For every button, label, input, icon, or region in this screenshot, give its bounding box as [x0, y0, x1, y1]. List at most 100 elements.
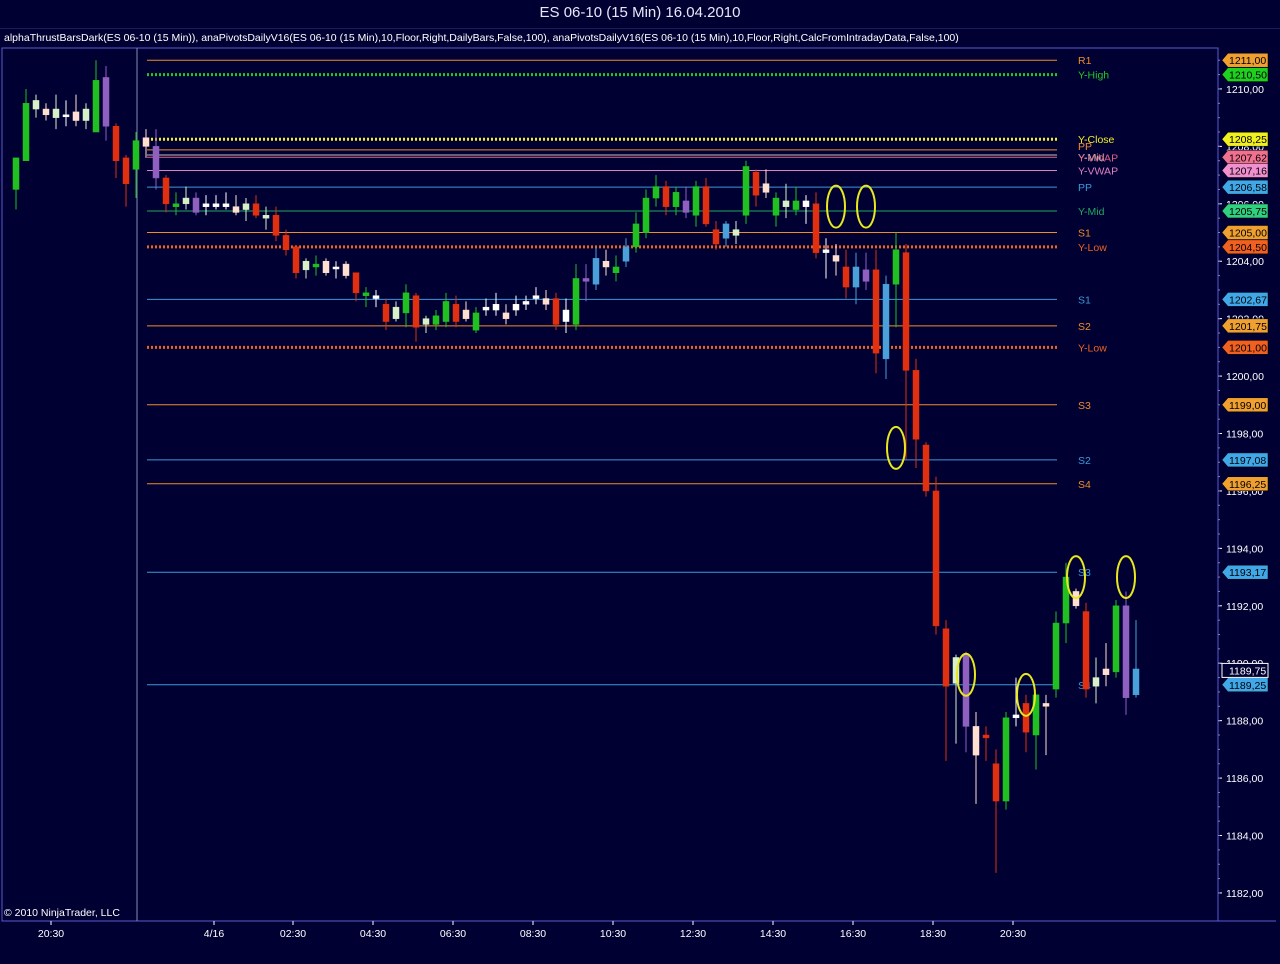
- candle: [82, 108, 90, 121]
- candle: [942, 628, 950, 687]
- x-tick-label: 14:30: [760, 928, 786, 940]
- candle: [882, 283, 890, 360]
- candle: [612, 266, 620, 273]
- candle: [112, 126, 120, 161]
- candle: [422, 318, 430, 325]
- candle: [172, 203, 180, 207]
- candle: [142, 137, 150, 147]
- candle: [622, 246, 630, 262]
- pivot-label: S2: [1078, 321, 1091, 333]
- candle: [352, 272, 360, 294]
- candle: [342, 263, 350, 276]
- price-tag-text: 1189,25: [1229, 680, 1266, 692]
- candle: [1052, 622, 1060, 690]
- candle: [502, 312, 510, 319]
- candle: [52, 108, 60, 118]
- y-tick-label: 1204,00: [1226, 256, 1264, 268]
- candle: [702, 186, 710, 225]
- candle: [572, 278, 580, 325]
- candle: [662, 186, 670, 207]
- candle: [922, 444, 930, 492]
- pivot-label: S3: [1078, 400, 1091, 412]
- price-tag-text: 1193,17: [1229, 567, 1266, 579]
- candle: [232, 206, 240, 213]
- candle: [842, 266, 850, 288]
- price-tag-text: 1196,25: [1229, 479, 1266, 491]
- candle: [742, 166, 750, 216]
- y-tick-label: 1192,00: [1226, 601, 1263, 613]
- candle: [1092, 677, 1100, 687]
- y-tick-label: 1184,00: [1226, 831, 1263, 843]
- candle: [812, 203, 820, 253]
- candle: [292, 246, 300, 273]
- candle: [122, 157, 130, 184]
- candle: [862, 269, 870, 282]
- candle: [432, 315, 440, 325]
- candle: [872, 269, 880, 354]
- last-price-text: 1189,75: [1229, 665, 1266, 677]
- candle: [732, 229, 740, 236]
- chart-window: ES 06-10 (15 Min) 16.04.2010 1182,00 1184…: [0, 0, 1280, 964]
- candle: [402, 292, 410, 314]
- y-tick-label: 1182,00: [1226, 888, 1263, 900]
- x-tick-label: 4/16: [204, 928, 225, 940]
- candle: [332, 266, 340, 270]
- candle: [92, 80, 100, 133]
- candle: [582, 278, 590, 282]
- candle: [1002, 717, 1010, 802]
- candle: [242, 203, 250, 210]
- candle: [492, 304, 500, 311]
- x-tick-label: 04:30: [360, 928, 386, 940]
- price-tag-text: 1201,75: [1229, 321, 1267, 333]
- candle: [392, 306, 400, 319]
- price-chart[interactable]: 1182,001184,001186,001188,001190,001192,…: [0, 0, 1280, 964]
- candles: [12, 60, 1140, 873]
- x-tick-label: 08:30: [520, 928, 546, 940]
- price-tag-text: 1206,58: [1229, 182, 1267, 194]
- candle: [282, 235, 290, 250]
- candle: [932, 490, 940, 627]
- pivot-label: PP: [1078, 182, 1092, 194]
- pivot-label: Y-VWAP: [1078, 165, 1118, 177]
- candle: [462, 309, 470, 319]
- price-tag-text: 1205,75: [1229, 206, 1267, 218]
- pivot-label: S4: [1078, 479, 1091, 491]
- pivot-label: S1: [1078, 294, 1091, 306]
- price-tag-text: 1201,00: [1229, 342, 1267, 354]
- pivot-label: S2: [1078, 455, 1091, 467]
- pivot-label: Y-Mid: [1078, 206, 1105, 218]
- copyright-text: © 2010 NinjaTrader, LLC: [4, 907, 120, 919]
- candle: [632, 223, 640, 248]
- candle: [962, 654, 970, 727]
- candle: [642, 197, 650, 233]
- candle: [762, 183, 770, 193]
- candle: [452, 304, 460, 322]
- price-tag-text: 1204,50: [1229, 242, 1267, 254]
- x-tick-label: 12:30: [680, 928, 706, 940]
- candle: [722, 223, 730, 239]
- candle: [72, 111, 80, 121]
- candle: [532, 295, 540, 299]
- highlight-circle: [826, 184, 846, 229]
- candle: [832, 255, 840, 262]
- pivot-label: Y-Low: [1078, 242, 1107, 254]
- price-tag-text: 1211,00: [1229, 55, 1266, 67]
- candle: [42, 108, 50, 116]
- candle: [512, 304, 520, 311]
- candle: [272, 215, 280, 236]
- pivot-label: Y-Low: [1078, 342, 1107, 354]
- candle: [152, 146, 160, 179]
- x-tick-label: 06:30: [440, 928, 466, 940]
- pivot-label: S1: [1078, 228, 1091, 240]
- candle: [252, 203, 260, 216]
- candle: [262, 215, 270, 219]
- candle: [482, 306, 490, 311]
- candle: [202, 203, 210, 207]
- candle: [372, 295, 380, 299]
- candle: [992, 763, 1000, 802]
- highlight-circle: [856, 184, 876, 229]
- candle: [12, 157, 20, 190]
- candle: [62, 114, 70, 118]
- x-tick-label: 10:30: [600, 928, 626, 940]
- candle: [382, 304, 390, 322]
